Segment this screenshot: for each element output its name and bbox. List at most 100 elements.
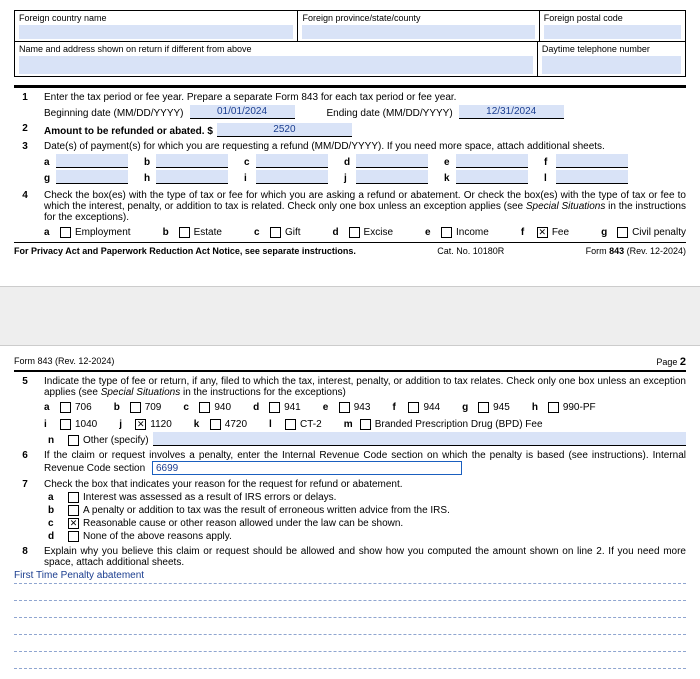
name-address-row: Name and address shown on return if diff… (14, 42, 686, 77)
foreign-country-input[interactable] (19, 25, 293, 39)
begin-date-input[interactable]: 01/01/2024 (190, 105, 295, 119)
form-rev: Form 843 (Rev. 12-2024) (586, 246, 686, 256)
name-address-label: Name and address shown on return if diff… (19, 44, 533, 54)
name-address-input[interactable] (19, 56, 533, 74)
payment-input-a[interactable] (56, 154, 128, 168)
line4-checkbox-income[interactable] (441, 227, 452, 238)
explanation-line[interactable] (14, 587, 686, 601)
line5-checkbox-ct-2[interactable] (285, 419, 296, 430)
line4-checkbox-estate[interactable] (179, 227, 190, 238)
line1-text: Enter the tax period or fee year. Prepar… (44, 92, 686, 103)
payment-grid: abcdefghijkl (44, 154, 686, 186)
line5-checkbox-1120[interactable] (135, 419, 146, 430)
line4-checkbox-gift[interactable] (270, 227, 281, 238)
line5-options: a706b709c940d941e943f944g945h990-PFi1040… (44, 402, 686, 430)
explanation-line[interactable] (14, 621, 686, 635)
payment-label: i (244, 173, 256, 184)
payment-label: c (244, 157, 256, 168)
line4-options: aEmploymentbEstatecGiftdExciseeIncomefFe… (44, 227, 686, 238)
foreign-address-row: Foreign country name Foreign province/st… (14, 10, 686, 42)
line5-num: 5 (14, 376, 44, 446)
begin-date-label: Beginning date (MM/DD/YYYY) (44, 108, 184, 119)
payment-label: j (344, 173, 356, 184)
payment-label: k (444, 173, 456, 184)
line2-amount-input[interactable]: 2520 (217, 123, 352, 137)
line8-explanation[interactable]: First Time Penalty abatement (14, 568, 686, 584)
daytime-phone-input[interactable] (542, 56, 681, 74)
line3-text: Date(s) of payment(s) for which you are … (44, 141, 686, 152)
line5-checkbox-940[interactable] (199, 402, 210, 413)
irc-section-input[interactable]: 6699 (152, 461, 462, 475)
line7-num: 7 (14, 479, 44, 542)
line5-other-input[interactable] (153, 432, 686, 446)
line2-label: Amount to be refunded or abated. $ (44, 126, 213, 137)
line8-text: Explain why you believe this claim or re… (44, 546, 686, 568)
payment-label: l (544, 173, 556, 184)
payment-label: g (44, 173, 56, 184)
payment-input-j[interactable] (356, 170, 428, 184)
page2-header-left: Form 843 (Rev. 12-2024) (14, 356, 114, 368)
payment-input-l[interactable] (556, 170, 628, 184)
line5-checkbox-945[interactable] (478, 402, 489, 413)
page2-header-right: Page 2 (656, 356, 686, 368)
line7-text: Check the box that indicates your reason… (44, 479, 686, 490)
privacy-notice: For Privacy Act and Paperwork Reduction … (14, 246, 356, 256)
daytime-phone-label: Daytime telephone number (542, 44, 681, 54)
payment-input-f[interactable] (556, 154, 628, 168)
payment-input-e[interactable] (456, 154, 528, 168)
line5-checkbox-944[interactable] (408, 402, 419, 413)
line4-checkbox-employment[interactable] (60, 227, 71, 238)
payment-label: e (444, 157, 456, 168)
cat-no: Cat. No. 10180R (437, 246, 504, 256)
payment-label: a (44, 157, 56, 168)
line5-italic: Special Situations (101, 387, 181, 398)
payment-input-c[interactable] (256, 154, 328, 168)
explanation-line[interactable] (14, 655, 686, 669)
payment-label: h (144, 173, 156, 184)
line4-checkbox-fee[interactable] (537, 227, 548, 238)
foreign-province-label: Foreign province/state/county (302, 13, 534, 23)
line7-reasons: aInterest was assessed as a result of IR… (44, 492, 686, 542)
line5-checkbox-1040[interactable] (60, 419, 71, 430)
explanation-line[interactable] (14, 604, 686, 618)
payment-input-d[interactable] (356, 154, 428, 168)
payment-input-g[interactable] (56, 170, 128, 184)
line5-checkbox-4720[interactable] (210, 419, 221, 430)
explanation-line[interactable] (14, 638, 686, 652)
line4-checkbox-civil-penalty[interactable] (617, 227, 628, 238)
line5-checkbox-990-pf[interactable] (548, 402, 559, 413)
line4-checkbox-excise[interactable] (349, 227, 360, 238)
line5-other-label: Other (specify) (83, 435, 149, 446)
end-date-label: Ending date (MM/DD/YYYY) (327, 108, 453, 119)
line2-num: 2 (14, 123, 44, 137)
line5-other-checkbox[interactable] (68, 435, 79, 446)
line5-text-end: in the instructions for the exceptions) (180, 387, 346, 398)
end-date-input[interactable]: 12/31/2024 (459, 105, 564, 119)
line5-other-letter: n (44, 435, 64, 446)
line7-checkbox-c[interactable] (68, 518, 79, 529)
payment-input-b[interactable] (156, 154, 228, 168)
payment-input-h[interactable] (156, 170, 228, 184)
line8-num: 8 (14, 546, 44, 568)
payment-label: d (344, 157, 356, 168)
line4-italic: Special Situations (526, 201, 606, 212)
line3-num: 3 (14, 141, 44, 186)
line7-checkbox-a[interactable] (68, 492, 79, 503)
line7-checkbox-b[interactable] (68, 505, 79, 516)
foreign-postal-label: Foreign postal code (544, 13, 681, 23)
line5-checkbox-941[interactable] (269, 402, 280, 413)
line5-checkbox-branded-prescription-drug-bpd-fee[interactable] (360, 419, 371, 430)
line7-checkbox-d[interactable] (68, 531, 79, 542)
foreign-province-input[interactable] (302, 25, 534, 39)
payment-input-i[interactable] (256, 170, 328, 184)
foreign-postal-input[interactable] (544, 25, 681, 39)
line5-checkbox-943[interactable] (339, 402, 350, 413)
line5-checkbox-709[interactable] (130, 402, 141, 413)
payment-input-k[interactable] (456, 170, 528, 184)
foreign-country-label: Foreign country name (19, 13, 293, 23)
line1-num: 1 (14, 92, 44, 119)
payment-label: b (144, 157, 156, 168)
line5-checkbox-706[interactable] (60, 402, 71, 413)
line6-num: 6 (14, 450, 44, 475)
line4-num: 4 (14, 190, 44, 238)
